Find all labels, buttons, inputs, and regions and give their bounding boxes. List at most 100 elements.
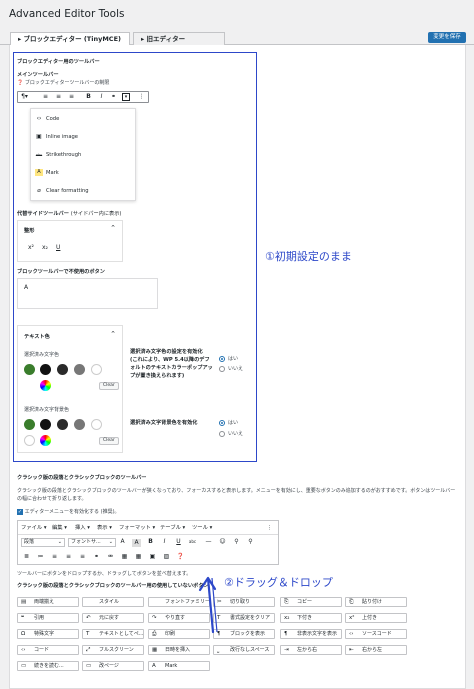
menu-format[interactable]: フォーマット ▾ [119,521,155,535]
superscript-icon: x² [349,615,355,621]
unused-button-label: 続きを読む... [34,663,64,669]
menu-table[interactable]: テーブル ▾ [160,521,185,535]
read-more-icon: ▭ [21,663,27,669]
embed-icon[interactable]: ▣ [148,552,157,562]
unused-button-style[interactable]: スタイル [82,597,144,607]
unused-button-label: 日時を挿入 [165,647,191,653]
menu-file[interactable]: ファイル ▾ [21,521,47,535]
drag-hint: ツールバーにボタンをドロップするか、ドラッグしてボタンを並べ替えます。 [17,571,192,577]
unused-button-label: 引用 [34,615,45,621]
unused-button-undo[interactable]: ↶ 元に戻す [82,613,144,623]
menu-edit[interactable]: 編集 ▾ [52,521,67,535]
unused-button-label: フルスクリーン [99,647,134,653]
unused-button-ltr[interactable]: ⇥ 左から右 [280,645,342,655]
find-icon[interactable]: ⚲ [246,537,255,547]
unused-button-copy[interactable]: ⎘ コピー [280,597,342,607]
unused-button-date[interactable]: ▦ 日時を挿入 [148,645,210,655]
unused-button-source-code[interactable]: ‹› ソースコード [345,629,407,639]
tab-arrow-icon: ▸ [141,35,145,43]
annotation-default-settings: ①初期設定のまま [265,250,352,263]
tab-classic-editor[interactable]: ▸ 旧エディター (TinyMCE) [133,32,225,55]
nonbreaking-space-icon: ⎵ [217,647,220,653]
quote-icon: ❝ [21,615,24,621]
align-left-icon[interactable]: ≡ [50,552,59,562]
strikethrough-icon[interactable]: abc [188,537,197,547]
italic-icon[interactable]: I [160,537,169,547]
unused-button-invisible-chars[interactable]: ¶ 非表示文字を表示 [280,629,342,639]
unused-button-fullscreen[interactable]: ⤢ フルスクリーン [82,645,144,655]
unused-button-label: 切り取り [230,599,251,605]
rtl-icon: ⇤ [349,647,354,653]
unused-button-mark[interactable]: A Mark [148,661,210,671]
unused-button-read-more[interactable]: ▭ 続きを読む... [17,661,79,671]
unused-button-special-char[interactable]: Ω 特殊文字 [17,629,79,639]
date-icon: ▦ [152,647,158,653]
enable-menu-label: エディターメニューを有効化する (推奨)。 [24,509,120,515]
save-changes-button[interactable]: 変更を保存 [428,32,466,43]
more-options-icon[interactable]: ⋮ [267,521,272,535]
unused-button-subscript[interactable]: x₂ 下付き [280,613,342,623]
unused-button-code[interactable]: ‹› コード [17,645,79,655]
invisible-chars-icon: ¶ [284,631,288,637]
special-char-icon: Ω [21,631,26,637]
enable-menu-row[interactable]: ✓ エディターメニューを有効化する (推奨)。 [17,508,120,515]
help-icon[interactable]: ❓ [176,552,185,562]
unused-button-label: 改行なしスペース [230,647,270,653]
bullet-list-icon[interactable]: ≔ [36,552,45,562]
unused-button-paragraph[interactable]: ▤ 両端揃え [17,597,79,607]
classic-toolbar-box: ファイル ▾ 編集 ▾ 挿入 ▾ 表示 ▾ フォーマット ▾ テーブル ▾ ツー… [17,520,279,565]
annotation-drag-drop: ②ドラッグ＆ドロップ [222,574,335,590]
bold-icon[interactable]: B [146,537,155,547]
underline-icon[interactable]: U [174,537,183,547]
unused-button-label: ブロックを表示 [230,631,266,637]
numbered-list-icon[interactable]: ≣ [22,552,31,562]
table-icon[interactable]: ▦ [134,552,143,562]
unused-button-rtl[interactable]: ⇤ 右から左 [345,645,407,655]
unused-button-quote[interactable]: ❝ 引用 [17,613,79,623]
copy-icon: ⎘ [284,599,289,605]
unused-button-nonbreaking-space[interactable]: ⎵ 改行なしスペース [213,645,275,655]
menu-insert[interactable]: 挿入 ▾ [75,521,90,535]
text-color-icon[interactable]: A [118,537,127,547]
paste-text-icon: T [86,631,90,637]
unused-button-paste-text[interactable]: T テキストとしてペ... [82,629,144,639]
font-size-select[interactable]: フォントサ... ⌄ [68,538,116,547]
tab-label: ブロックエディター (TinyMCE) [23,35,121,43]
annotation-box-block-settings [13,52,257,462]
unused-button-label: Mark [165,663,178,669]
unlink-icon[interactable]: ⚮ [106,552,115,562]
classic-menubar: ファイル ▾ 編集 ▾ 挿入 ▾ 表示 ▾ フォーマット ▾ テーブル ▾ ツー… [18,521,278,535]
align-center-icon[interactable]: ≡ [64,552,73,562]
classic-unused-title: クラシック版の段落とクラシックブロックのツールバー用の使用していないボタン [17,583,209,589]
table-icon[interactable]: ▦ [120,552,129,562]
menu-view[interactable]: 表示 ▾ [97,521,112,535]
unused-button-label: 改ページ [99,663,119,669]
find-replace-icon[interactable]: ⚲ [232,537,241,547]
checkbox-checked-icon[interactable]: ✓ [17,508,23,515]
link-icon[interactable]: ⚭ [92,552,101,562]
tab-block-editor[interactable]: ▸ ブロックエディター (TinyMCE) [10,32,130,45]
unused-button-paste[interactable]: ⎗ 貼り付け [345,597,407,607]
unused-button-label: 書式設定をクリア [230,615,271,621]
unused-button-label: スタイル [99,599,120,605]
highlight-icon[interactable]: A [132,539,141,547]
unused-button-label: 左から右 [297,647,318,653]
unused-button-page-break[interactable]: ▭ 改ページ [82,661,144,671]
emoji-icon[interactable]: ☺ [218,537,227,547]
unused-button-superscript[interactable]: x² 上付き [345,613,407,623]
undo-icon: ↶ [86,615,91,621]
menu-tools[interactable]: ツール ▾ [192,521,212,535]
unused-button-label: テキストとしてペ... [99,631,144,637]
unused-button-label: コード [34,647,50,653]
page-title: Advanced Editor Tools [9,8,125,20]
tab-arrow-icon: ▸ [18,35,22,43]
align-right-icon[interactable]: ≡ [78,552,87,562]
unused-button-label: 非表示文字を表示 [297,631,338,637]
paste-icon: ⎗ [349,599,354,605]
unused-button-label: 下付き [297,615,313,621]
horizontal-line-icon[interactable]: — [204,537,213,547]
image-icon[interactable]: ▨ [162,552,171,562]
fullscreen-icon: ⤢ [86,647,91,653]
unused-button-label: やり直す [165,615,186,621]
format-select[interactable]: 段落 ⌄ [21,538,65,547]
